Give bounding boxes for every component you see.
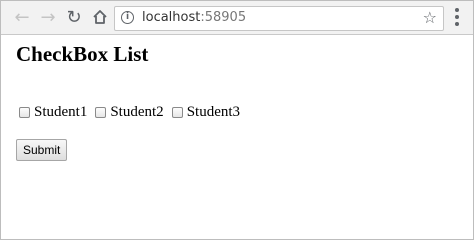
reload-button[interactable]: ↻ [62,5,86,29]
home-icon [93,10,107,24]
home-button[interactable] [88,5,112,29]
kebab-menu-icon[interactable] [450,7,464,27]
page-title: CheckBox List [16,42,149,66]
checkbox-student1[interactable] [19,107,30,118]
checkbox-list: Student1 Student2 Student3 [16,104,245,121]
info-icon[interactable]: i [121,11,134,24]
arrow-right-icon: → [40,6,56,28]
url-port: :58905 [200,10,247,25]
checkbox-student2[interactable] [95,107,107,118]
browser-window: ← → ↻ i localhost:58905 ☆ CheckBox List … [0,0,474,240]
star-icon[interactable]: ☆ [423,8,437,27]
submit-button[interactable]: Submit [16,139,68,161]
browser-toolbar: ← → ↻ i localhost:58905 ☆ [1,1,473,35]
arrow-left-icon: ← [14,6,30,28]
address-bar[interactable]: i localhost:58905 ☆ [114,6,444,31]
back-button[interactable]: ← [10,5,34,29]
checkbox-label: Student1 [34,104,88,120]
url-host: localhost [142,10,201,25]
reload-icon: ↻ [66,6,82,28]
checkbox-label: Student3 [186,104,241,120]
page-content: CheckBox List Student1 Student2 Student3… [1,35,473,239]
checkbox-student3[interactable] [171,107,183,118]
forward-button[interactable]: → [36,5,60,29]
url-text[interactable]: localhost:58905 [142,10,246,25]
checkbox-label: Student2 [110,104,164,120]
